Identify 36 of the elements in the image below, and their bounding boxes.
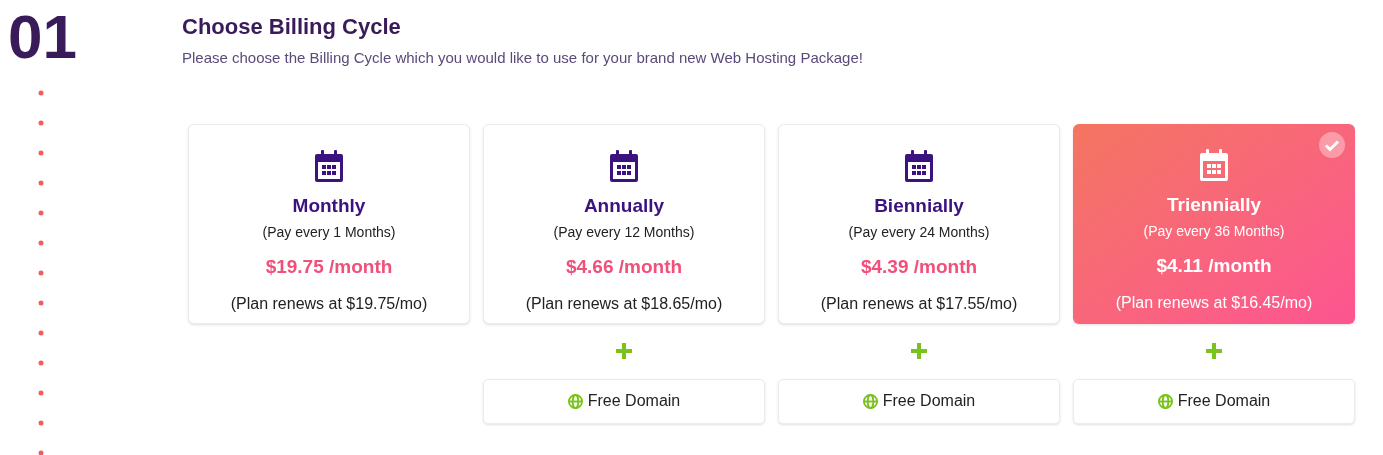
cycle-name: Annually [583, 193, 665, 218]
cycle-name: Biennially [874, 193, 964, 218]
plus-icon [616, 342, 632, 359]
price: $19.75 /month [265, 255, 393, 279]
calendar-icon [610, 149, 638, 182]
billing-card[interactable]: Annually (Pay every 12 Months) $4.66 /month (Plan renews at $18.65/mo) [483, 123, 765, 324]
renewal-price: (Plan renews at $16.45/mo) [1115, 292, 1313, 313]
step-number: 01 [8, 2, 77, 72]
section-title: Choose Billing Cycle [182, 13, 401, 41]
free-domain-label: Free Domain [1177, 391, 1271, 411]
renewal-price: (Plan renews at $18.65/mo) [525, 293, 723, 314]
plus-icon [1206, 342, 1222, 359]
price: $4.66 /month [565, 255, 683, 279]
globe-icon [862, 393, 878, 409]
free-domain-label: Free Domain [882, 391, 976, 411]
check-icon [1319, 131, 1345, 158]
renewal-price: (Plan renews at $17.55/mo) [820, 293, 1018, 314]
billing-card[interactable]: Biennially (Pay every 24 Months) $4.39 /month (Plan renews at $17.55/mo) [778, 123, 1060, 324]
renewal-price: (Plan renews at $19.75/mo) [230, 293, 428, 314]
globe-icon [1157, 393, 1173, 409]
price: $4.39 /month [860, 255, 978, 279]
plus-icon [911, 342, 927, 359]
globe-icon [567, 393, 583, 409]
cycle-name: Monthly [292, 193, 366, 218]
free-domain-label: Free Domain [587, 391, 681, 411]
calendar-icon [1200, 148, 1228, 181]
cycle-name: Triennially [1167, 192, 1261, 217]
pay-period: (Pay every 12 Months) [553, 223, 695, 242]
section-subtitle: Please choose the Billing Cycle which you would like to use for your brand new Web Hosting Package! [182, 48, 863, 68]
price: $4.11 /month [1156, 254, 1272, 278]
pay-period: (Pay every 24 Months) [848, 223, 990, 242]
pay-period: (Pay every 1 Months) [262, 223, 396, 242]
calendar-icon [315, 149, 343, 182]
billing-card[interactable]: Monthly (Pay every 1 Months) $19.75 /month (Plan renews at $19.75/mo) [188, 123, 470, 324]
pay-period: (Pay every 36 Months) [1143, 222, 1285, 241]
calendar-icon [905, 149, 933, 182]
